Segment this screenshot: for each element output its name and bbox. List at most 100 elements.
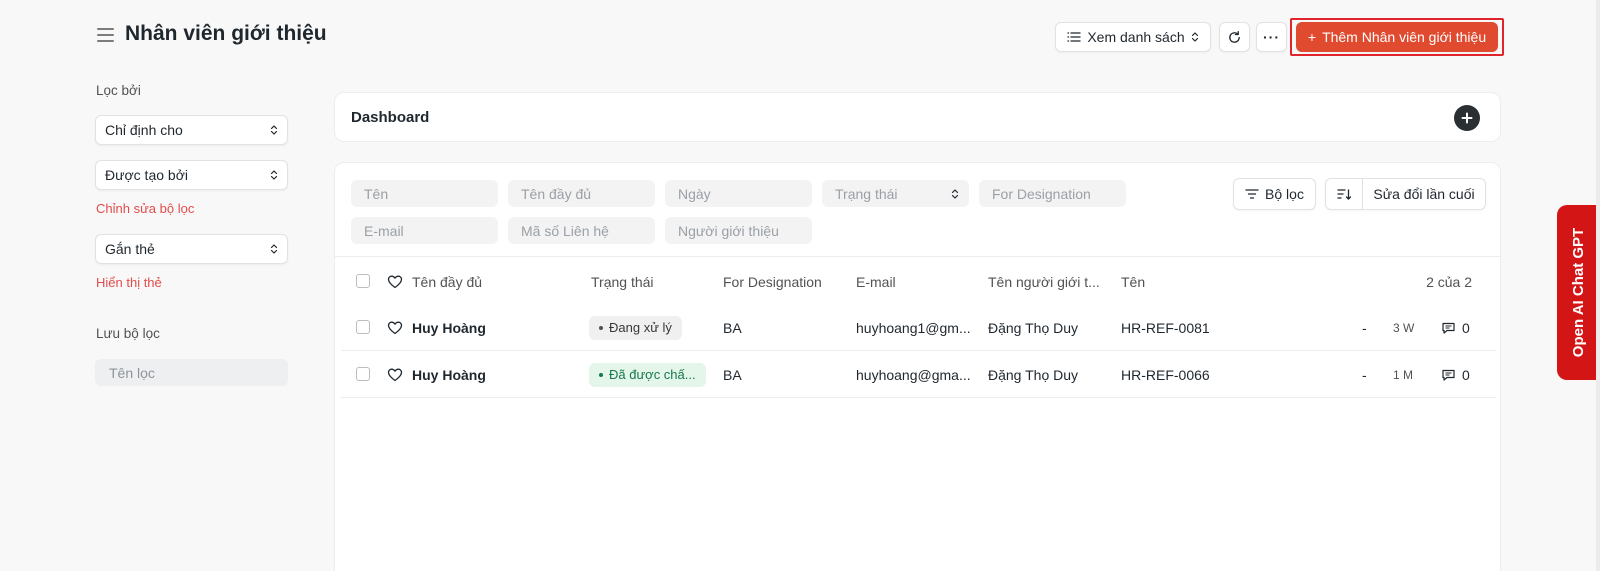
filter-date-field[interactable]: Ngày xyxy=(665,180,812,207)
row-referrer: Đặng Thọ Duy xyxy=(988,319,1079,336)
edit-filters-link[interactable]: Chỉnh sửa bộ lọc xyxy=(96,201,194,216)
status-badge: Đang xử lý xyxy=(589,315,682,340)
filter-contact-field[interactable]: Mã số Liên hệ xyxy=(508,217,655,244)
save-filter-label: Lưu bộ lọc xyxy=(96,326,160,341)
status-badge-label: Đã được chấ... xyxy=(609,367,696,382)
column-email[interactable]: E-mail xyxy=(856,258,976,305)
created-by-select[interactable]: Được tạo bởi xyxy=(95,160,288,190)
page-header: Nhân viên giới thiệu Xem danh sách ··· +… xyxy=(0,0,1600,72)
filter-name-placeholder: Tên xyxy=(364,185,389,202)
scrollbar[interactable] xyxy=(1596,0,1600,571)
chevron-updown-icon xyxy=(1191,31,1199,43)
plus-icon: + xyxy=(1307,29,1317,45)
menu-icon[interactable] xyxy=(97,28,114,42)
row-email: huyhoang1@gm... xyxy=(856,319,971,336)
comment-icon xyxy=(1442,322,1455,334)
row-age: 1 M xyxy=(1393,367,1414,382)
row-age: 3 W xyxy=(1393,320,1415,335)
filter-button-label: Bộ lọc xyxy=(1265,186,1304,202)
row-name: HR-REF-0066 xyxy=(1121,366,1210,383)
heart-icon[interactable] xyxy=(387,320,403,336)
comment-count: 0 xyxy=(1462,319,1470,336)
assigned-to-select[interactable]: Chỉ định cho xyxy=(95,115,288,145)
table-row[interactable]: Huy Hoàng Đã được chấ... BA huyhoang@gma… xyxy=(335,351,1495,398)
row-comments[interactable]: 0 xyxy=(1441,351,1481,398)
chevron-updown-icon xyxy=(270,124,278,136)
filter-name-field[interactable]: Tên xyxy=(351,180,498,207)
table-row[interactable]: Huy Hoàng Đang xử lý BA huyhoang1@gm... … xyxy=(335,304,1495,351)
tags-select[interactable]: Gắn thẻ xyxy=(95,234,288,264)
created-by-label: Được tạo bởi xyxy=(105,167,188,183)
column-referrer[interactable]: Tên người giới t... xyxy=(988,258,1113,305)
row-referrer: Đặng Thọ Duy xyxy=(988,366,1079,383)
dashboard-title: Dashboard xyxy=(351,109,430,126)
filter-date-placeholder: Ngày xyxy=(678,185,711,202)
filter-email-field[interactable]: E-mail xyxy=(351,217,498,244)
add-referral-button[interactable]: + Thêm Nhân viên giới thiệu xyxy=(1296,22,1498,52)
filter-contact-placeholder: Mã số Liên hệ xyxy=(521,222,609,239)
plus-icon xyxy=(1461,112,1473,124)
show-tags-link[interactable]: Hiển thị thẻ xyxy=(96,275,162,290)
assigned-to-label: Chỉ định cho xyxy=(105,122,183,138)
add-referral-label: Thêm Nhân viên giới thiệu xyxy=(1322,29,1487,45)
filter-button[interactable]: Bộ lọc xyxy=(1233,178,1316,210)
open-ai-chat-label: Open AI Chat GPT xyxy=(1570,227,1588,358)
filter-referrer-field[interactable]: Người giới thiệu xyxy=(665,217,812,244)
status-dot xyxy=(599,372,603,377)
chevron-updown-icon xyxy=(270,243,278,255)
view-switcher-button[interactable]: Xem danh sách xyxy=(1055,22,1211,52)
filter-status-select[interactable]: Trạng thái xyxy=(822,180,969,207)
row-email: huyhoang@gma... xyxy=(856,366,971,383)
row-status: Đã được chấ... xyxy=(589,351,714,398)
status-badge-label: Đang xử lý xyxy=(609,320,672,335)
comment-count: 0 xyxy=(1462,366,1470,383)
row-divider xyxy=(341,397,1496,398)
record-count: 2 của 2 xyxy=(1426,273,1472,290)
comment-icon xyxy=(1442,369,1455,381)
select-all-checkbox[interactable] xyxy=(356,274,370,288)
filter-status-placeholder: Trạng thái xyxy=(835,185,898,202)
dashboard-card: Dashboard xyxy=(334,92,1501,142)
chevron-updown-icon xyxy=(270,169,278,181)
refresh-icon xyxy=(1229,30,1240,43)
status-dot xyxy=(599,325,603,330)
row-status: Đang xử lý xyxy=(589,304,714,351)
sort-control: Sửa đổi lần cuối xyxy=(1325,178,1486,210)
list-card: Tên Tên đầy đủ Ngày Trạng thái For Desig… xyxy=(334,162,1501,571)
filter-divider xyxy=(335,256,1500,257)
filter-name-input[interactable]: Tên lọc xyxy=(95,359,288,386)
row-full-name[interactable]: Huy Hoàng xyxy=(412,304,572,351)
page-title: Nhân viên giới thiệu xyxy=(125,22,327,45)
view-switcher-label: Xem danh sách xyxy=(1087,29,1185,45)
row-full-name[interactable]: Huy Hoàng xyxy=(412,351,572,398)
row-dash: - xyxy=(1362,319,1367,336)
filter-icon xyxy=(1245,189,1259,199)
column-name[interactable]: Tên xyxy=(1121,258,1241,305)
heart-icon[interactable] xyxy=(387,367,403,383)
column-status[interactable]: Trạng thái xyxy=(591,258,711,305)
heart-icon[interactable] xyxy=(387,274,403,290)
filter-designation-placeholder: For Designation xyxy=(992,185,1091,202)
filter-referrer-placeholder: Người giới thiệu xyxy=(678,222,779,239)
sort-direction-button[interactable] xyxy=(1326,179,1363,209)
tags-label: Gắn thẻ xyxy=(105,241,155,257)
add-dashboard-button[interactable] xyxy=(1454,105,1480,131)
row-comments[interactable]: 0 xyxy=(1441,304,1481,351)
column-designation[interactable]: For Designation xyxy=(723,258,848,305)
row-checkbox[interactable] xyxy=(356,367,370,381)
row-designation: BA xyxy=(723,366,742,383)
sort-field-button[interactable]: Sửa đổi lần cuối xyxy=(1363,179,1485,209)
filter-full-name-field[interactable]: Tên đầy đủ xyxy=(508,180,655,207)
row-name: HR-REF-0081 xyxy=(1121,319,1210,336)
more-icon: ··· xyxy=(1263,29,1280,45)
refresh-button[interactable] xyxy=(1219,22,1250,52)
filter-full-name-placeholder: Tên đầy đủ xyxy=(521,185,592,202)
row-designation: BA xyxy=(723,319,742,336)
row-checkbox[interactable] xyxy=(356,320,370,334)
filter-by-label: Lọc bởi xyxy=(96,83,141,98)
filter-designation-field[interactable]: For Designation xyxy=(979,180,1126,207)
row-dash: - xyxy=(1362,366,1367,383)
open-ai-chat-tab[interactable]: Open AI Chat GPT xyxy=(1557,205,1600,380)
column-full-name[interactable]: Tên đầy đủ xyxy=(412,258,572,305)
more-actions-button[interactable]: ··· xyxy=(1256,22,1287,52)
